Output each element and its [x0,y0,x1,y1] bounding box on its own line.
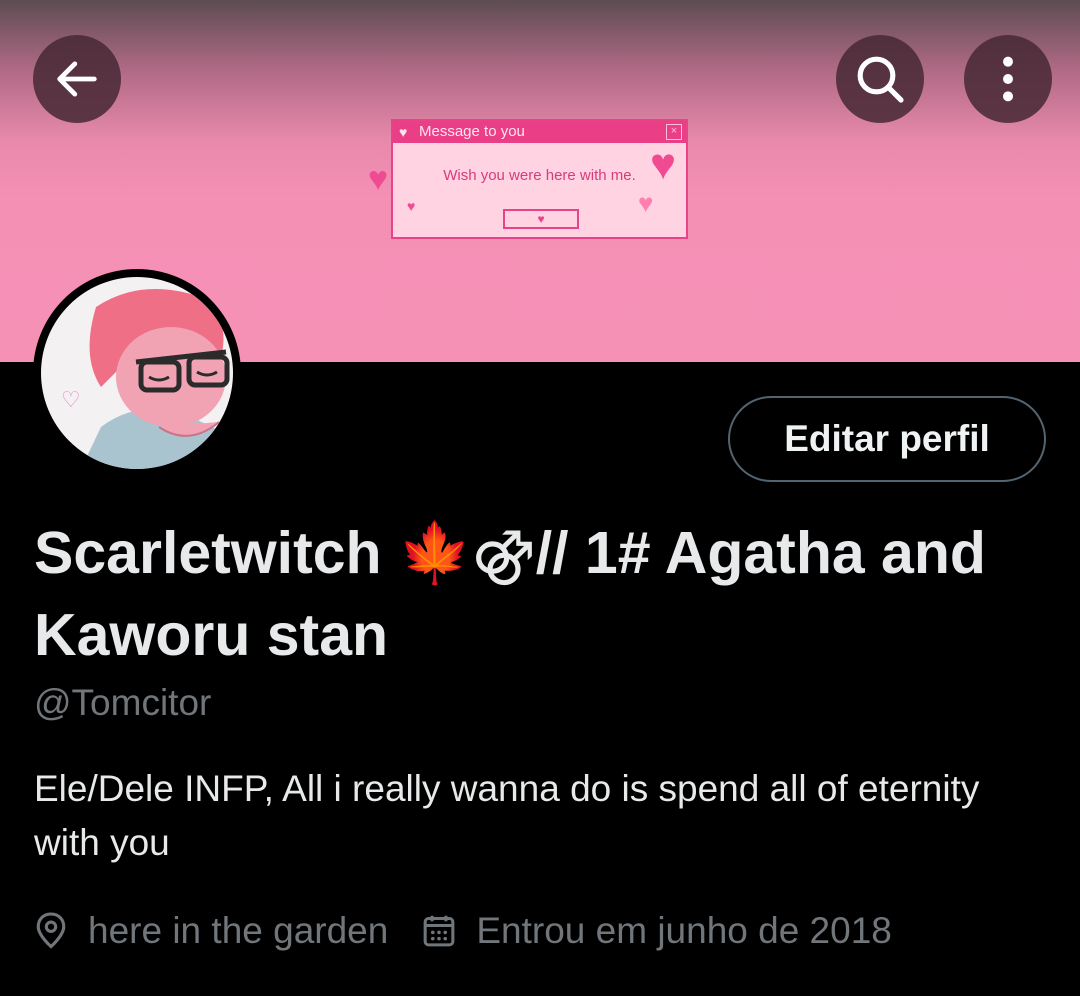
location-item: here in the garden [34,910,388,952]
message-window-body: Wish you were here with me. [443,167,636,184]
display-name: Scarletwitch 🍁⚣// 1# Agatha and Kaworu s… [34,520,986,668]
profile-avatar[interactable]: ♡ [33,269,241,477]
user-handle: @Tomcitor [34,682,212,723]
more-options-button[interactable] [964,35,1052,123]
message-window-button: ♥ [503,209,579,229]
joined-text: Entrou em junho de 2018 [476,910,892,951]
message-window-title: ♥ Message to you × [393,121,686,143]
heart-icon: ♥ [638,188,654,218]
heart-icon: ♥ [650,140,677,189]
svg-text:♡: ♡ [61,388,81,413]
edit-profile-button[interactable]: Editar perfil [728,396,1046,482]
search-icon [857,56,904,103]
message-window-graphic: ♥ Message to you × Wish you were here wi… [391,119,688,239]
message-window-title-text: Message to you [419,123,525,140]
search-button[interactable] [836,35,924,123]
location-text: here in the garden [88,910,389,951]
more-vertical-icon [1003,56,1013,102]
profile-meta: here in the garden Entrou em junho de 20… [34,903,926,959]
close-icon: × [666,124,682,140]
heart-icon: ♥ [368,160,389,198]
back-button[interactable] [33,35,121,123]
profile-bio: Ele/Dele INFP, All i really wanna do is … [34,768,980,863]
heart-icon: ♥ [399,124,408,140]
arrow-left-icon [57,61,97,97]
heart-icon: ♥ [407,198,416,214]
calendar-icon [422,913,456,949]
avatar-illustration: ♡ [41,277,233,469]
joined-item: Entrou em junho de 2018 [422,910,892,952]
location-pin-icon [34,911,68,951]
